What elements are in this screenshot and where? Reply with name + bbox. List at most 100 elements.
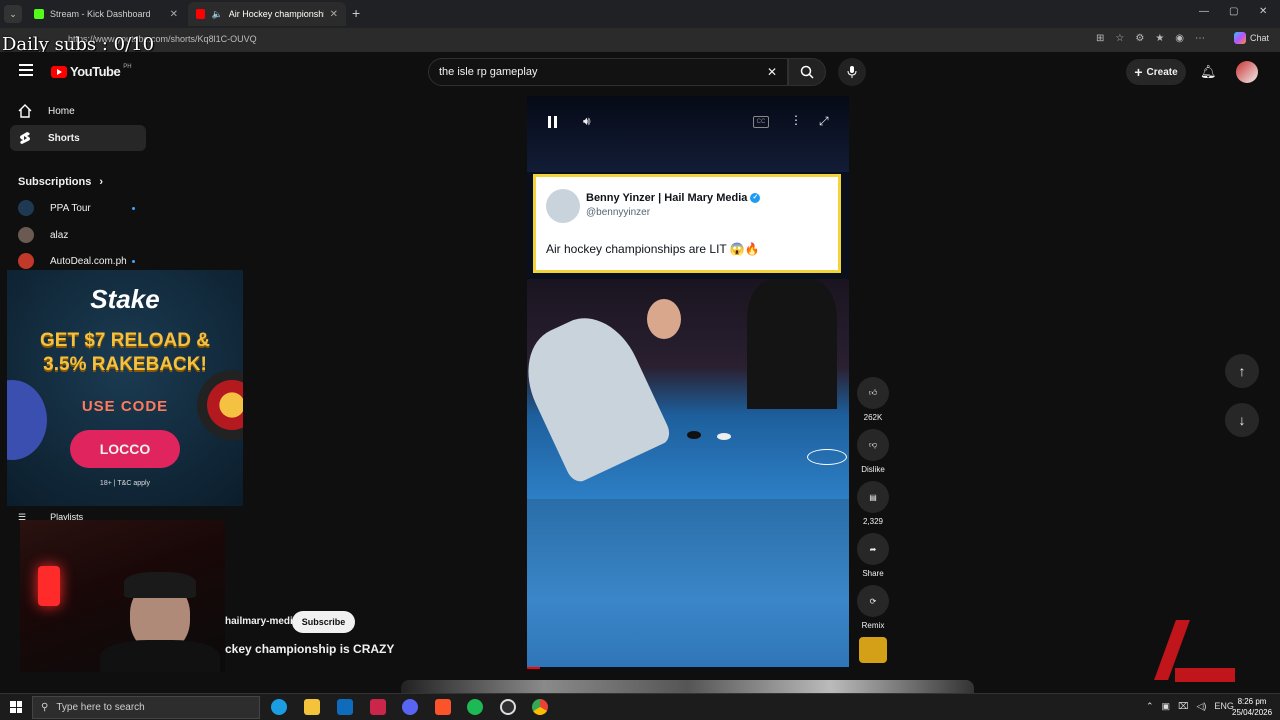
short-title: ckey championship is CRAZY — [225, 642, 395, 656]
ad-promo-code: LOCCO — [70, 430, 180, 468]
youtube-logo[interactable]: YouTube PH — [51, 64, 132, 79]
volume-icon[interactable]: 🔊︎ — [583, 114, 591, 129]
windows-taskbar: ⚲ Type here to search ⌃ ▣ ⌧ ◁) ENG 8:26 … — [0, 693, 1280, 720]
tweet-handle: @bennyyinzer — [586, 207, 651, 218]
file-explorer-icon[interactable] — [304, 699, 320, 715]
channel-name[interactable]: hailmary-media — [225, 616, 298, 627]
video-frame — [527, 279, 849, 499]
kick-icon — [34, 9, 44, 19]
sidebar-item-shorts[interactable]: Shorts — [10, 125, 146, 151]
player-top-gradient — [527, 96, 849, 172]
subscription-item[interactable]: alaz — [18, 227, 68, 243]
region-code: PH — [123, 63, 132, 70]
new-tab-button[interactable]: + — [352, 5, 360, 21]
dislike-icon[interactable]: 👎︎ — [857, 429, 889, 461]
notifications-bell-icon[interactable]: 🔔︎ — [1200, 64, 1217, 80]
clear-search-icon[interactable]: ✕ — [767, 65, 777, 79]
ad-headline-1: GET $7 RELOAD & — [40, 330, 210, 351]
create-button[interactable]: + Create — [1126, 59, 1186, 85]
captions-icon[interactable]: CC — [753, 116, 769, 128]
like-icon[interactable]: 👍︎ — [857, 377, 889, 409]
app-available-icon[interactable]: ⊞ — [1096, 33, 1104, 44]
edge-icon[interactable] — [271, 699, 287, 715]
arrow-up-icon: ↑ — [1238, 363, 1246, 379]
ad-use-code: USE CODE — [81, 398, 169, 415]
close-icon[interactable]: ✕ — [330, 9, 338, 20]
search-box[interactable]: the isle rp gameplay ✕ — [428, 58, 788, 86]
more-options-icon[interactable]: ⋮ — [790, 113, 802, 127]
volume-icon[interactable]: ◁) — [1196, 701, 1206, 712]
windows-start-icon[interactable] — [10, 701, 22, 713]
extensions-icon[interactable]: ⚙ — [1135, 33, 1144, 44]
youtube-play-icon — [51, 65, 67, 78]
app-a-icon[interactable] — [370, 699, 386, 715]
favorites-icon[interactable]: ★ — [1155, 33, 1164, 44]
chevron-right-icon: › — [99, 176, 104, 188]
language-indicator[interactable]: ENG — [1214, 701, 1234, 712]
voice-search-button[interactable] — [838, 58, 866, 86]
sound-thumbnail[interactable] — [859, 637, 887, 663]
verified-icon: ✓ — [750, 193, 761, 204]
streamer-body — [100, 640, 220, 672]
minimize-button[interactable]: — — [1199, 6, 1209, 17]
search-input[interactable]: the isle rp gameplay — [439, 66, 537, 78]
subscription-item[interactable]: PPA Tour — [18, 200, 91, 216]
tab-kick-dashboard[interactable]: Stream - Kick Dashboard ✕ — [26, 2, 186, 26]
player-head — [647, 299, 681, 339]
comment-count: 2,329 — [862, 517, 884, 526]
tab-youtube-short[interactable]: 🔈 Air Hockey championship is C ✕ — [188, 2, 346, 26]
dislike-action[interactable]: 👎︎ Dislike — [857, 429, 889, 474]
taskbar-clock[interactable]: 8:26 pm 25/04/2026 — [1232, 696, 1272, 718]
tweet-text: Air hockey championships are LIT 😱🔥 — [546, 242, 760, 256]
sidebar-item-home[interactable]: Home — [10, 98, 146, 124]
profile-icon[interactable]: ◉ — [1175, 33, 1184, 44]
next-short-button[interactable]: ↓ — [1225, 403, 1259, 437]
share-icon[interactable]: ➦ — [857, 533, 889, 565]
brave-icon[interactable] — [435, 699, 451, 715]
search-icon: ⚲ — [41, 702, 49, 713]
tray-app-icon[interactable]: ▣ — [1162, 701, 1171, 712]
chevron-up-icon[interactable]: ⌃ — [1146, 701, 1154, 712]
spotify-icon[interactable] — [467, 699, 483, 715]
outlook-icon[interactable] — [337, 699, 353, 715]
subscription-item[interactable]: AutoDeal.com.ph — [18, 253, 127, 269]
maximize-button[interactable]: ▢ — [1229, 6, 1238, 17]
window-close-button[interactable]: ✕ — [1259, 6, 1267, 17]
chrome-icon[interactable] — [532, 699, 548, 715]
stake-logo: Stake — [90, 284, 160, 314]
remix-action[interactable]: ⟳ Remix — [857, 585, 889, 630]
favorite-star-icon[interactable]: ☆ — [1115, 33, 1124, 44]
table-marking — [807, 449, 847, 465]
stake-ad-overlay: Stake GET $7 RELOAD & 3.5% RAKEBACK! USE… — [7, 270, 243, 506]
search-button[interactable] — [788, 58, 826, 86]
comments-action[interactable]: ▤ 2,329 — [857, 481, 889, 526]
remix-label: Remix — [861, 621, 885, 630]
spectator — [747, 279, 837, 409]
subscriptions-header[interactable]: Subscriptions › — [18, 176, 103, 188]
close-icon[interactable]: ✕ — [170, 9, 178, 20]
browser-tab-bar: ⌄ Stream - Kick Dashboard ✕ 🔈 Air Hockey… — [0, 0, 1280, 28]
menu-icon[interactable] — [19, 64, 33, 76]
tab-actions-button[interactable]: ⌄ — [4, 5, 22, 23]
share-action[interactable]: ➦ Share — [857, 533, 889, 578]
obs-icon[interactable] — [500, 699, 516, 715]
ring-light — [38, 566, 60, 606]
comment-icon[interactable]: ▤ — [857, 481, 889, 513]
subscribe-button[interactable]: Subscribe — [292, 611, 355, 633]
remix-icon[interactable]: ⟳ — [857, 585, 889, 617]
speaker-icon[interactable]: 🔈 — [211, 9, 222, 20]
discord-icon[interactable] — [402, 699, 418, 715]
more-icon[interactable]: ⋯ — [1195, 33, 1205, 44]
next-short-preview — [401, 680, 974, 693]
previous-short-button[interactable]: ↑ — [1225, 354, 1259, 388]
fullscreen-icon[interactable]: ⤢ — [819, 114, 829, 129]
taskbar-search[interactable]: ⚲ Type here to search — [32, 696, 260, 719]
copilot-button[interactable]: Chat — [1234, 32, 1269, 44]
progress-bar[interactable] — [527, 667, 540, 669]
account-avatar[interactable] — [1236, 61, 1258, 83]
network-icon[interactable]: ⌧ — [1178, 701, 1188, 712]
short-player[interactable]: 🔊︎ CC ⋮ ⤢ Benny Yinzer | Hail Mary Media… — [527, 96, 849, 669]
like-action[interactable]: 👍︎ 262K — [857, 377, 889, 422]
pause-icon[interactable] — [548, 116, 557, 128]
arrow-down-icon: ↓ — [1238, 412, 1246, 428]
